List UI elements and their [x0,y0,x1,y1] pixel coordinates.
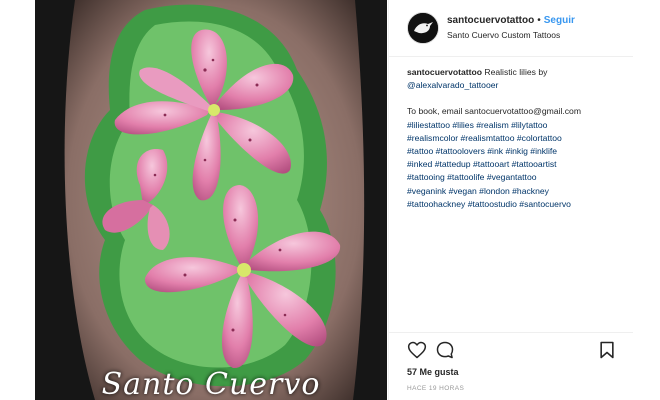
hashtag[interactable]: #liliestattoo [407,120,450,130]
divider [389,56,633,57]
hashtag[interactable]: #london [479,186,510,196]
hashtag[interactable]: #santocuervo [519,199,571,209]
separator-dot: • [537,15,541,26]
hashtag[interactable]: #lilytattoo [511,120,547,130]
hashtag[interactable]: #colortattoo [517,133,562,143]
comment-icon [436,341,454,359]
watermark: Santo Cuervo [101,367,321,400]
hashtag[interactable]: #hackney [512,186,549,196]
comment-button[interactable] [435,340,455,360]
hashtag[interactable]: #tattedup [435,159,471,169]
heart-icon [407,341,427,359]
hashtag[interactable]: #lilies [452,120,474,130]
hashtag[interactable]: #tattooart [473,159,509,169]
hashtag[interactable]: #tattoolife [447,172,484,182]
lily-tattoo-image [35,0,387,400]
hashtag[interactable]: #tattoo [407,146,433,156]
avatar[interactable] [407,12,439,44]
caption-text: Realistic lilies by [484,67,548,77]
hashtag[interactable]: #realismtattoo [461,133,515,143]
caption-mention[interactable]: @alexalvarado_tattooer [407,80,498,90]
header-username-row: santocuervotattoo • Seguir [447,15,575,26]
save-button[interactable] [597,340,617,360]
post-timestamp[interactable]: HACE 19 HORAS [407,385,464,392]
hashtags: #liliestattoo #lilies #realism #lilytatt… [407,119,629,211]
caption: santocuervotattoo Realistic lilies by @a… [407,66,629,211]
hashtag[interactable]: #inklife [530,146,557,156]
post-actions [407,340,617,362]
divider [389,332,633,333]
post-side-panel: santocuervotattoo • Seguir Santo Cuervo Cu… [388,0,633,400]
header-subtitle[interactable]: Santo Cuervo Custom Tattoos [447,30,560,40]
crow-logo-icon [408,13,438,43]
hashtag[interactable]: #tattooartist [512,159,557,169]
hashtag[interactable]: #realismcolor [407,133,458,143]
header-username[interactable]: santocuervotattoo [447,15,534,26]
hashtag[interactable]: #ink [487,146,503,156]
post-header: santocuervotattoo • Seguir Santo Cuervo Cu… [407,12,627,46]
post-photo[interactable]: Santo Cuervo [35,0,387,400]
hashtag[interactable]: #veganink [407,186,446,196]
hashtag[interactable]: #tattoostudio [468,199,517,209]
hashtag[interactable]: #inked [407,159,432,169]
hashtag[interactable]: #inkig [505,146,527,156]
caption-line: santocuervotattoo Realistic lilies by [407,66,629,79]
hashtag[interactable]: #tattoohackney [407,199,465,209]
hashtag[interactable]: #tattooing [407,172,445,182]
hashtag[interactable]: #realism [476,120,508,130]
hashtag[interactable]: #vegan [449,186,477,196]
hashtag[interactable]: #vegantattoo [487,172,537,182]
caption-body: To book, email santocuervotattoo@gmail.c… [407,105,629,211]
likes-count[interactable]: 57 Me gusta [407,367,459,377]
caption-booking: To book, email santocuervotattoo@gmail.c… [407,106,581,117]
like-button[interactable] [407,340,427,360]
follow-button[interactable]: Seguir [544,15,575,26]
hashtag[interactable]: #tattoolovers [436,146,485,156]
caption-username[interactable]: santocuervotattoo [407,67,482,77]
bookmark-icon [600,341,614,359]
